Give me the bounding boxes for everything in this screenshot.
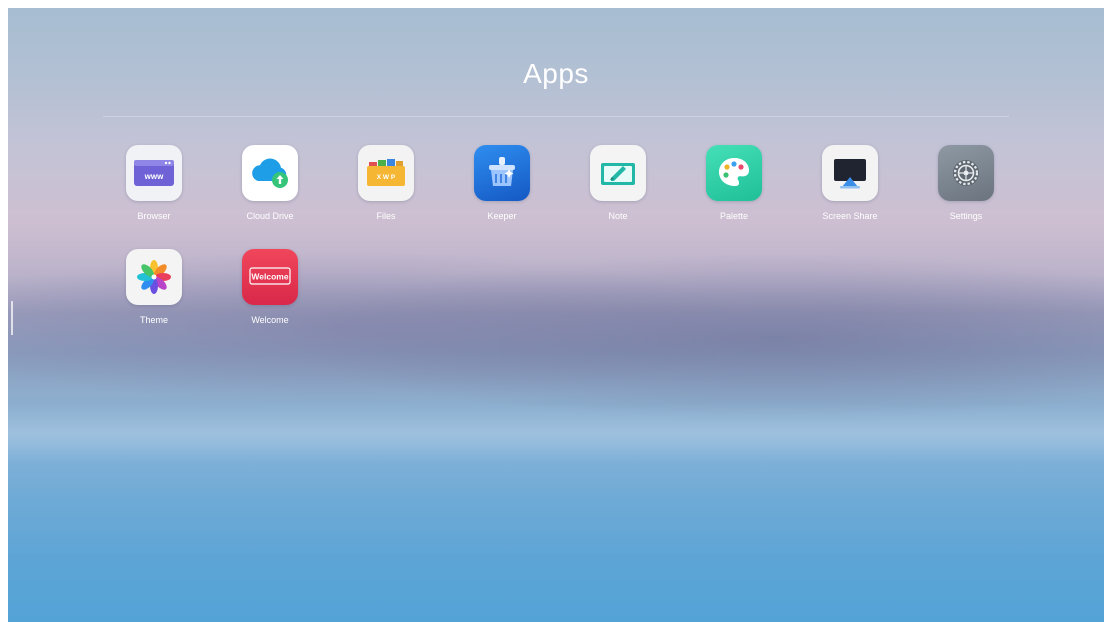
screen-share-icon — [822, 145, 878, 201]
app-label: Browser — [137, 211, 171, 221]
app-label: Note — [608, 211, 628, 221]
browser-icon-text: www — [144, 172, 164, 181]
browser-icon: www — [126, 145, 182, 201]
app-browser[interactable]: www Browser — [104, 145, 204, 229]
welcome-icon: Welcome — [242, 249, 298, 305]
page-title: Apps — [523, 58, 589, 89]
app-label: Screen Share — [822, 211, 878, 221]
app-welcome[interactable]: Welcome Welcome — [220, 249, 320, 333]
edge-handle[interactable] — [11, 301, 13, 335]
files-icon: X W P — [358, 145, 414, 201]
launcher-screen: Apps www Browser Cloud Drive X W P Files… — [8, 8, 1104, 622]
app-keeper[interactable]: Keeper — [452, 145, 552, 229]
app-palette[interactable]: Palette — [684, 145, 784, 229]
files-icon-text: X W P — [377, 174, 396, 181]
app-files[interactable]: X W P Files — [336, 145, 436, 229]
app-label: Welcome — [251, 315, 289, 325]
app-settings[interactable]: Settings — [916, 145, 1016, 229]
app-theme[interactable]: Theme — [104, 249, 204, 333]
app-label: Palette — [719, 211, 749, 221]
palette-icon — [706, 145, 762, 201]
app-label: Theme — [139, 315, 168, 325]
welcome-icon-text: Welcome — [251, 272, 288, 282]
theme-icon — [126, 249, 182, 305]
note-icon — [590, 145, 646, 201]
background-haze — [8, 403, 1104, 463]
app-note[interactable]: Note — [568, 145, 668, 229]
app-label: Files — [376, 211, 396, 221]
settings-icon — [938, 145, 994, 201]
app-label: Cloud Drive — [246, 211, 294, 221]
cloud-drive-icon — [242, 145, 298, 201]
app-cloud-drive[interactable]: Cloud Drive — [220, 145, 320, 229]
keeper-icon — [474, 145, 530, 201]
app-screen-share[interactable]: Screen Share — [800, 145, 900, 229]
title-divider — [103, 116, 1009, 117]
app-label: Settings — [949, 211, 983, 221]
app-label: Keeper — [487, 211, 517, 221]
